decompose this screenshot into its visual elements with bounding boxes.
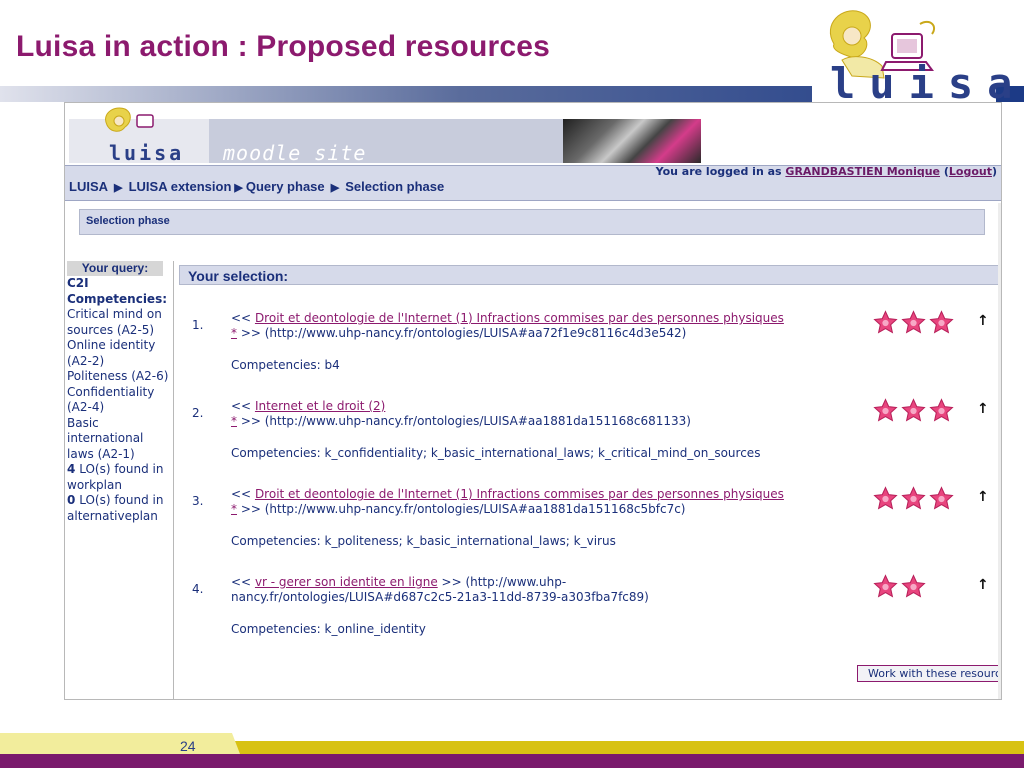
star-icon — [901, 398, 926, 422]
query-header: Your query: — [67, 261, 163, 276]
scrollbar[interactable] — [998, 203, 1001, 699]
up-arrow-icon[interactable]: ↑ — [977, 313, 989, 329]
work-with-resources-button[interactable]: Work with these resources — [857, 665, 1001, 682]
star-icon — [929, 486, 954, 510]
slide-title: Luisa in action : Proposed resources — [16, 30, 551, 63]
logout-link[interactable]: Logout — [949, 165, 992, 178]
star-icon — [873, 486, 898, 510]
rating-stars — [873, 486, 954, 511]
phase-title: Selection phase — [86, 215, 170, 227]
result-open-marker: << — [231, 575, 255, 589]
star-icon — [873, 398, 898, 422]
banner-site-text: moodle site — [223, 141, 367, 165]
slide-number: 24 — [180, 738, 196, 754]
navigation-bar: You are logged in as GRANDBASTIEN Moniqu… — [65, 165, 1001, 201]
result-title-link[interactable]: Droit et deontologie de l'Internet (1) I… — [255, 311, 784, 325]
breadcrumb-arrow-icon: ▶ — [111, 182, 126, 194]
moodle-window: luisa moodle site You are logged in as G… — [64, 102, 1002, 700]
user-link[interactable]: GRANDBASTIEN Monique — [785, 165, 940, 178]
login-info: You are logged in as GRANDBASTIEN Moniqu… — [655, 165, 997, 178]
result-competencies: Competencies: k_online_identity — [231, 622, 426, 636]
breadcrumb-arrow-icon: ▶ — [327, 182, 343, 194]
up-arrow-icon[interactable]: ↑ — [977, 577, 989, 593]
breadcrumb-arrow-icon: ▶ — [234, 182, 243, 194]
up-arrow-icon[interactable]: ↑ — [977, 489, 989, 505]
selection-header: Your selection: — [179, 265, 1001, 285]
breadcrumb-luisa-extension[interactable]: LUISA extension — [129, 179, 232, 194]
result-title-link[interactable]: vr - gerer son identite en ligne — [255, 575, 438, 589]
result-number: 1. — [192, 318, 204, 332]
star-icon — [901, 486, 926, 510]
query-line: Politeness (A2-6) — [67, 369, 169, 383]
query-line: Confidentiality (A2-4) — [67, 384, 155, 415]
banner-luisa-text: luisa — [109, 141, 185, 165]
moodle-banner: luisa moodle site — [69, 107, 701, 165]
login-prefix: You are logged in as — [655, 165, 786, 178]
query-line: Critical mind on sources (A2-5) — [67, 307, 162, 337]
result-number: 3. — [192, 494, 204, 508]
footer-purple-band — [0, 754, 1024, 768]
query-line: Online identity (A2-2) — [67, 338, 156, 368]
result-text: << Droit et deontologie de l'Internet (1… — [231, 311, 861, 341]
result-title-link[interactable]: Internet et le droit (2) — [255, 399, 385, 413]
query-line: Competencies: — [67, 291, 168, 306]
star-icon — [929, 310, 954, 334]
alternativeplan-count-line: 0 LO(s) found in alternativeplan — [67, 493, 171, 524]
footer-light-wedge — [0, 733, 240, 754]
alternativeplan-text: LO(s) found in alternativeplan — [67, 493, 164, 523]
star-icon — [901, 310, 926, 334]
workplan-count: 4 — [67, 462, 76, 476]
breadcrumb-query-phase[interactable]: Query phase — [246, 179, 325, 194]
result-competencies: Competencies: b4 — [231, 358, 340, 372]
rating-stars — [873, 574, 926, 599]
result-competencies: Competencies: k_politeness; k_basic_inte… — [231, 534, 616, 548]
result-number: 4. — [192, 582, 204, 596]
star-icon — [929, 398, 954, 422]
query-lines: C2I Competencies: Critical mind on sources… — [67, 276, 171, 462]
result-open-marker: << — [231, 487, 255, 501]
result-uri: >> (http://www.uhp-nancy.fr/ontologies/L… — [237, 326, 687, 340]
phase-bar: Selection phase — [79, 209, 985, 235]
result-text: << vr - gerer son identite en ligne >> (… — [231, 575, 651, 605]
rating-stars — [873, 310, 954, 335]
query-line: Basic international laws (A2-1) — [67, 415, 144, 461]
result-uri: >> (http://www.uhp-nancy.fr/ontologies/L… — [237, 502, 686, 516]
result-text: << Droit et deontologie de l'Internet (1… — [231, 487, 861, 517]
result-text: << Internet et le droit (2) * >> (http://… — [231, 399, 861, 429]
result-competencies: Competencies: k_confidentiality; k_basic… — [231, 446, 761, 460]
star-icon — [901, 574, 926, 598]
result-uri: >> (http://www.uhp-nancy.fr/ontologies/L… — [237, 414, 691, 428]
result-title-link[interactable]: Droit et deontologie de l'Internet (1) I… — [255, 487, 784, 501]
alternativeplan-count: 0 — [67, 493, 76, 507]
result-open-marker: << — [231, 311, 255, 325]
up-arrow-icon[interactable]: ↑ — [977, 401, 989, 417]
star-icon — [873, 574, 898, 598]
panel-divider — [173, 261, 174, 699]
star-icon — [873, 310, 898, 334]
query-panel: Your query: C2I Competencies: Critical min… — [67, 261, 171, 524]
query-line: C2I — [67, 276, 89, 290]
workplan-count-line: 4 LO(s) found in workplan — [67, 462, 171, 493]
breadcrumb-luisa[interactable]: LUISA — [69, 179, 108, 194]
breadcrumb: LUISA ▶ LUISA extension ▶ Query phase ▶ Se… — [69, 179, 444, 194]
luisa-logo-text: luisa — [830, 59, 1024, 108]
banner-girl-icon — [105, 107, 154, 132]
banner-photo — [563, 119, 701, 163]
result-number: 2. — [192, 406, 204, 420]
rating-stars — [873, 398, 954, 423]
workplan-text: LO(s) found in workplan — [67, 462, 164, 492]
breadcrumb-selection-phase: Selection phase — [345, 179, 445, 194]
result-open-marker: << — [231, 399, 255, 413]
